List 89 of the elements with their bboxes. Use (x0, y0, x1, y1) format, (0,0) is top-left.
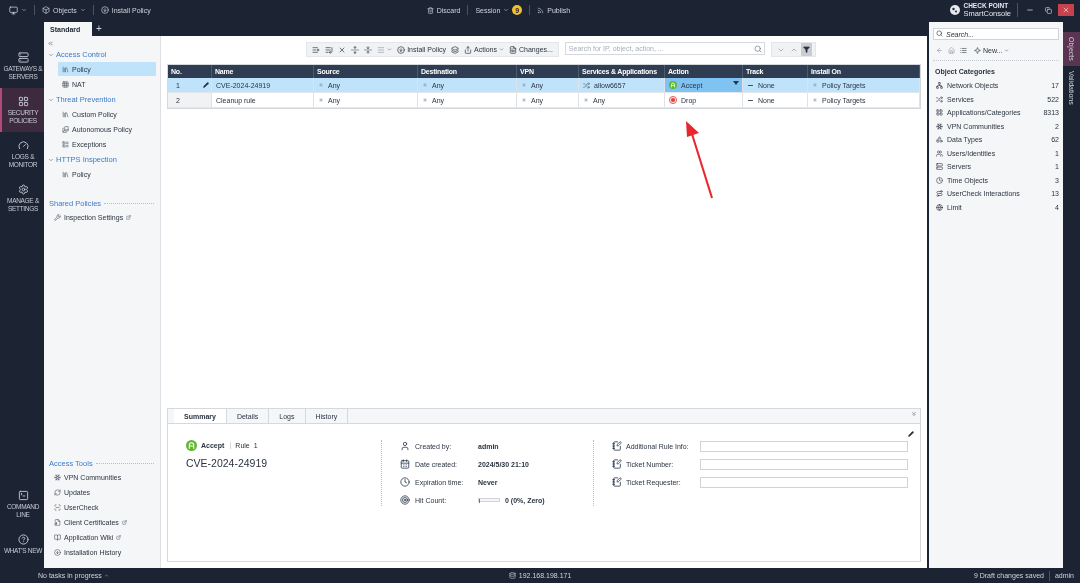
download-icon (54, 549, 61, 556)
asterisk-icon (812, 82, 818, 88)
share-icon (464, 45, 473, 54)
caret-icon (21, 7, 27, 13)
gear-icon (17, 183, 29, 195)
close-button[interactable] (1058, 4, 1074, 16)
layers-button[interactable] (449, 43, 462, 56)
cube-icon (42, 6, 50, 14)
network-icon (936, 82, 943, 90)
collapse-icon[interactable] (47, 40, 54, 47)
minimize-icon (1026, 6, 1034, 14)
rule-title: CVE-2024-24919 (186, 457, 269, 469)
grid-icon (936, 109, 943, 117)
shuffle-icon (936, 95, 943, 103)
input-field[interactable] (700, 458, 908, 470)
notepad-icon (612, 441, 622, 451)
input-field[interactable] (700, 440, 908, 452)
download-icon (397, 45, 406, 54)
accept-icon (186, 440, 197, 451)
filter-button[interactable] (800, 43, 812, 56)
asterisk-icon (422, 82, 428, 88)
user-icon (400, 441, 410, 451)
caret-icon (103, 573, 109, 578)
shapes-icon (936, 136, 943, 144)
wrench-icon (54, 214, 61, 221)
add-rule-above-icon (312, 45, 321, 54)
list-icon[interactable] (960, 46, 967, 54)
grid-icon (17, 95, 29, 107)
users-icon (936, 149, 943, 157)
close-icon (1062, 6, 1070, 14)
clock-icon (400, 477, 410, 487)
servers-icon (17, 51, 29, 63)
database-icon (508, 572, 516, 579)
logo-icon (950, 5, 961, 15)
dropdown-caret-icon[interactable] (733, 81, 739, 85)
expand-icon (351, 45, 360, 54)
drop-icon (669, 96, 677, 104)
search-icon (936, 30, 943, 37)
layers-icon (451, 45, 460, 54)
filter-icon (802, 46, 810, 53)
target-icon (400, 495, 410, 505)
refresh-icon (54, 489, 61, 496)
help-icon (17, 533, 29, 545)
certificate-icon (54, 519, 61, 526)
gauge-icon (17, 139, 29, 151)
asterisk-icon (583, 97, 589, 103)
asterisk-icon (422, 97, 428, 103)
back-icon[interactable] (936, 46, 943, 54)
terminal-icon (17, 489, 29, 501)
caret-icon (499, 47, 504, 52)
home-icon[interactable] (948, 46, 955, 54)
pencil-icon[interactable] (908, 431, 914, 437)
trash-icon (426, 6, 434, 14)
clock-icon (936, 176, 943, 184)
collapse-panel-icon[interactable] (911, 411, 917, 417)
calendar-icon (400, 459, 410, 469)
server-icon (936, 163, 943, 171)
scan-icon (54, 504, 61, 511)
notepad-icon (612, 459, 622, 469)
rss-icon (537, 6, 545, 14)
asterisk-icon (318, 97, 324, 103)
collapse-button[interactable] (362, 43, 375, 56)
caret-icon (387, 47, 393, 52)
pencil-icon (203, 82, 209, 88)
document-icon (509, 45, 517, 54)
shuffle-icon (583, 81, 590, 89)
download-icon (100, 6, 109, 14)
input-field[interactable] (700, 476, 908, 488)
route-icon (936, 190, 943, 198)
expand-button[interactable] (349, 43, 362, 56)
asterisk-icon (521, 97, 527, 103)
notepad-icon (612, 477, 622, 487)
accept-icon (669, 81, 677, 89)
collapse-icon (364, 45, 373, 54)
delete-icon (338, 45, 347, 54)
menu-icon (377, 45, 386, 54)
add-tab-button[interactable]: + (96, 22, 102, 36)
snowflake-icon (54, 474, 61, 481)
monitor-icon (9, 5, 18, 15)
snowflake-icon (936, 122, 943, 130)
asterisk-icon (318, 82, 324, 88)
globe-icon (936, 203, 943, 211)
search-icon (753, 45, 762, 53)
asterisk-icon (521, 82, 527, 88)
add-rule-below-icon (325, 45, 334, 54)
sparkle-icon (974, 46, 981, 54)
restore-icon (1044, 6, 1052, 14)
caret-icon (1004, 47, 1010, 53)
asterisk-icon (812, 97, 818, 103)
